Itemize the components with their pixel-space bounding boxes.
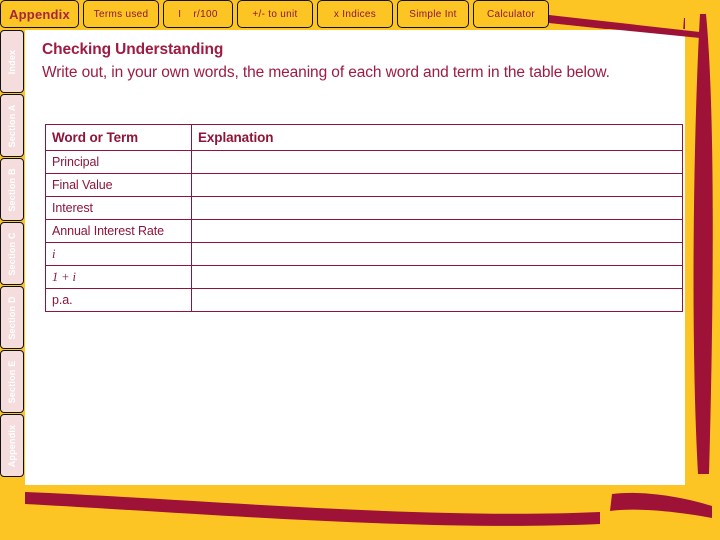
sidebar-item-label: Section A [7, 104, 17, 147]
tab-label: I [178, 8, 182, 20]
tab-label-secondary: r/100 [193, 8, 218, 20]
sidebar-item-label: Appendix [7, 424, 17, 467]
sidebar-item-section-e[interactable]: Section E [0, 350, 24, 413]
tab-label: +/- to unit [252, 8, 298, 20]
table-row: i [45, 242, 683, 266]
table-row: Interest [45, 196, 683, 220]
sidebar-item-label: Section D [7, 295, 17, 340]
terms-table-wrapper: Word or Term Explanation Principal Final… [45, 124, 683, 312]
tab-label: x Indices [333, 8, 377, 20]
cell-term: Final Value [45, 173, 192, 197]
cell-explanation[interactable] [191, 265, 683, 289]
cell-term: Annual Interest Rate [45, 219, 192, 243]
column-header-word-or-term: Word or Term [45, 124, 192, 151]
page-title: Checking Understanding [42, 41, 224, 58]
sidebar-item-section-d[interactable]: Section D [0, 286, 24, 349]
tab-terms-used[interactable]: Terms used [83, 0, 159, 28]
topic-tabstrip: Appendix Terms used I r/100 +/- to unit … [0, 0, 553, 31]
tab-label: Terms used [93, 8, 149, 20]
tab-simple-int[interactable]: Simple Int [397, 0, 469, 28]
cell-term: 1 + i [45, 265, 192, 289]
content-area: Checking Understanding Write out, in you… [42, 40, 687, 84]
tab-indices[interactable]: x Indices [317, 0, 393, 28]
cell-explanation[interactable] [191, 150, 683, 174]
cell-term: Interest [45, 196, 192, 220]
sidebar-item-label: Index [7, 49, 17, 74]
sidebar-item-section-a[interactable]: Section A [0, 94, 24, 157]
sidebar-item-section-c[interactable]: Section C [0, 222, 24, 285]
sidebar-item-label: Section C [7, 231, 17, 276]
sidebar-item-appendix[interactable]: Appendix [0, 414, 24, 477]
tab-plus-minus-to-unit[interactable]: +/- to unit [237, 0, 313, 28]
tab-label: Simple Int [409, 8, 457, 20]
tab-label: Calculator [486, 8, 536, 20]
cell-explanation[interactable] [191, 196, 683, 220]
tab-appendix[interactable]: Appendix [0, 0, 79, 28]
cell-explanation[interactable] [191, 242, 683, 266]
tab-calculator[interactable]: Calculator [473, 0, 549, 28]
table-row: p.a. [45, 288, 683, 312]
sidebar-item-label: Section B [7, 167, 17, 212]
cell-term: Principal [45, 150, 192, 174]
table-row: Annual Interest Rate [45, 219, 683, 243]
sidebar-item-label: Section E [7, 360, 17, 403]
cell-explanation[interactable] [191, 173, 683, 197]
instruction-text: Write out, in your own words, the meanin… [42, 63, 610, 81]
cell-term: i [45, 242, 192, 266]
slide-canvas: Index Section A Section B Section C Sect… [0, 0, 720, 540]
sidebar-item-section-b[interactable]: Section B [0, 158, 24, 221]
tab-label: Appendix [9, 6, 70, 22]
sidebar-item-index[interactable]: Index [0, 30, 24, 93]
column-header-explanation: Explanation [191, 124, 683, 151]
table-header-row: Word or Term Explanation [45, 124, 683, 151]
section-sidebar: Index Section A Section B Section C Sect… [0, 30, 24, 478]
table-row: Final Value [45, 173, 683, 197]
table-head: Word or Term Explanation [45, 124, 683, 151]
table-body: Principal Final Value Interest Annual In… [45, 150, 683, 312]
cell-explanation[interactable] [191, 288, 683, 312]
terms-table: Word or Term Explanation Principal Final… [45, 124, 683, 312]
cell-term: p.a. [45, 288, 192, 312]
table-row: 1 + i [45, 265, 683, 289]
table-row: Principal [45, 150, 683, 174]
cell-explanation[interactable] [191, 219, 683, 243]
tab-i-over-r100[interactable]: I r/100 [163, 0, 233, 28]
